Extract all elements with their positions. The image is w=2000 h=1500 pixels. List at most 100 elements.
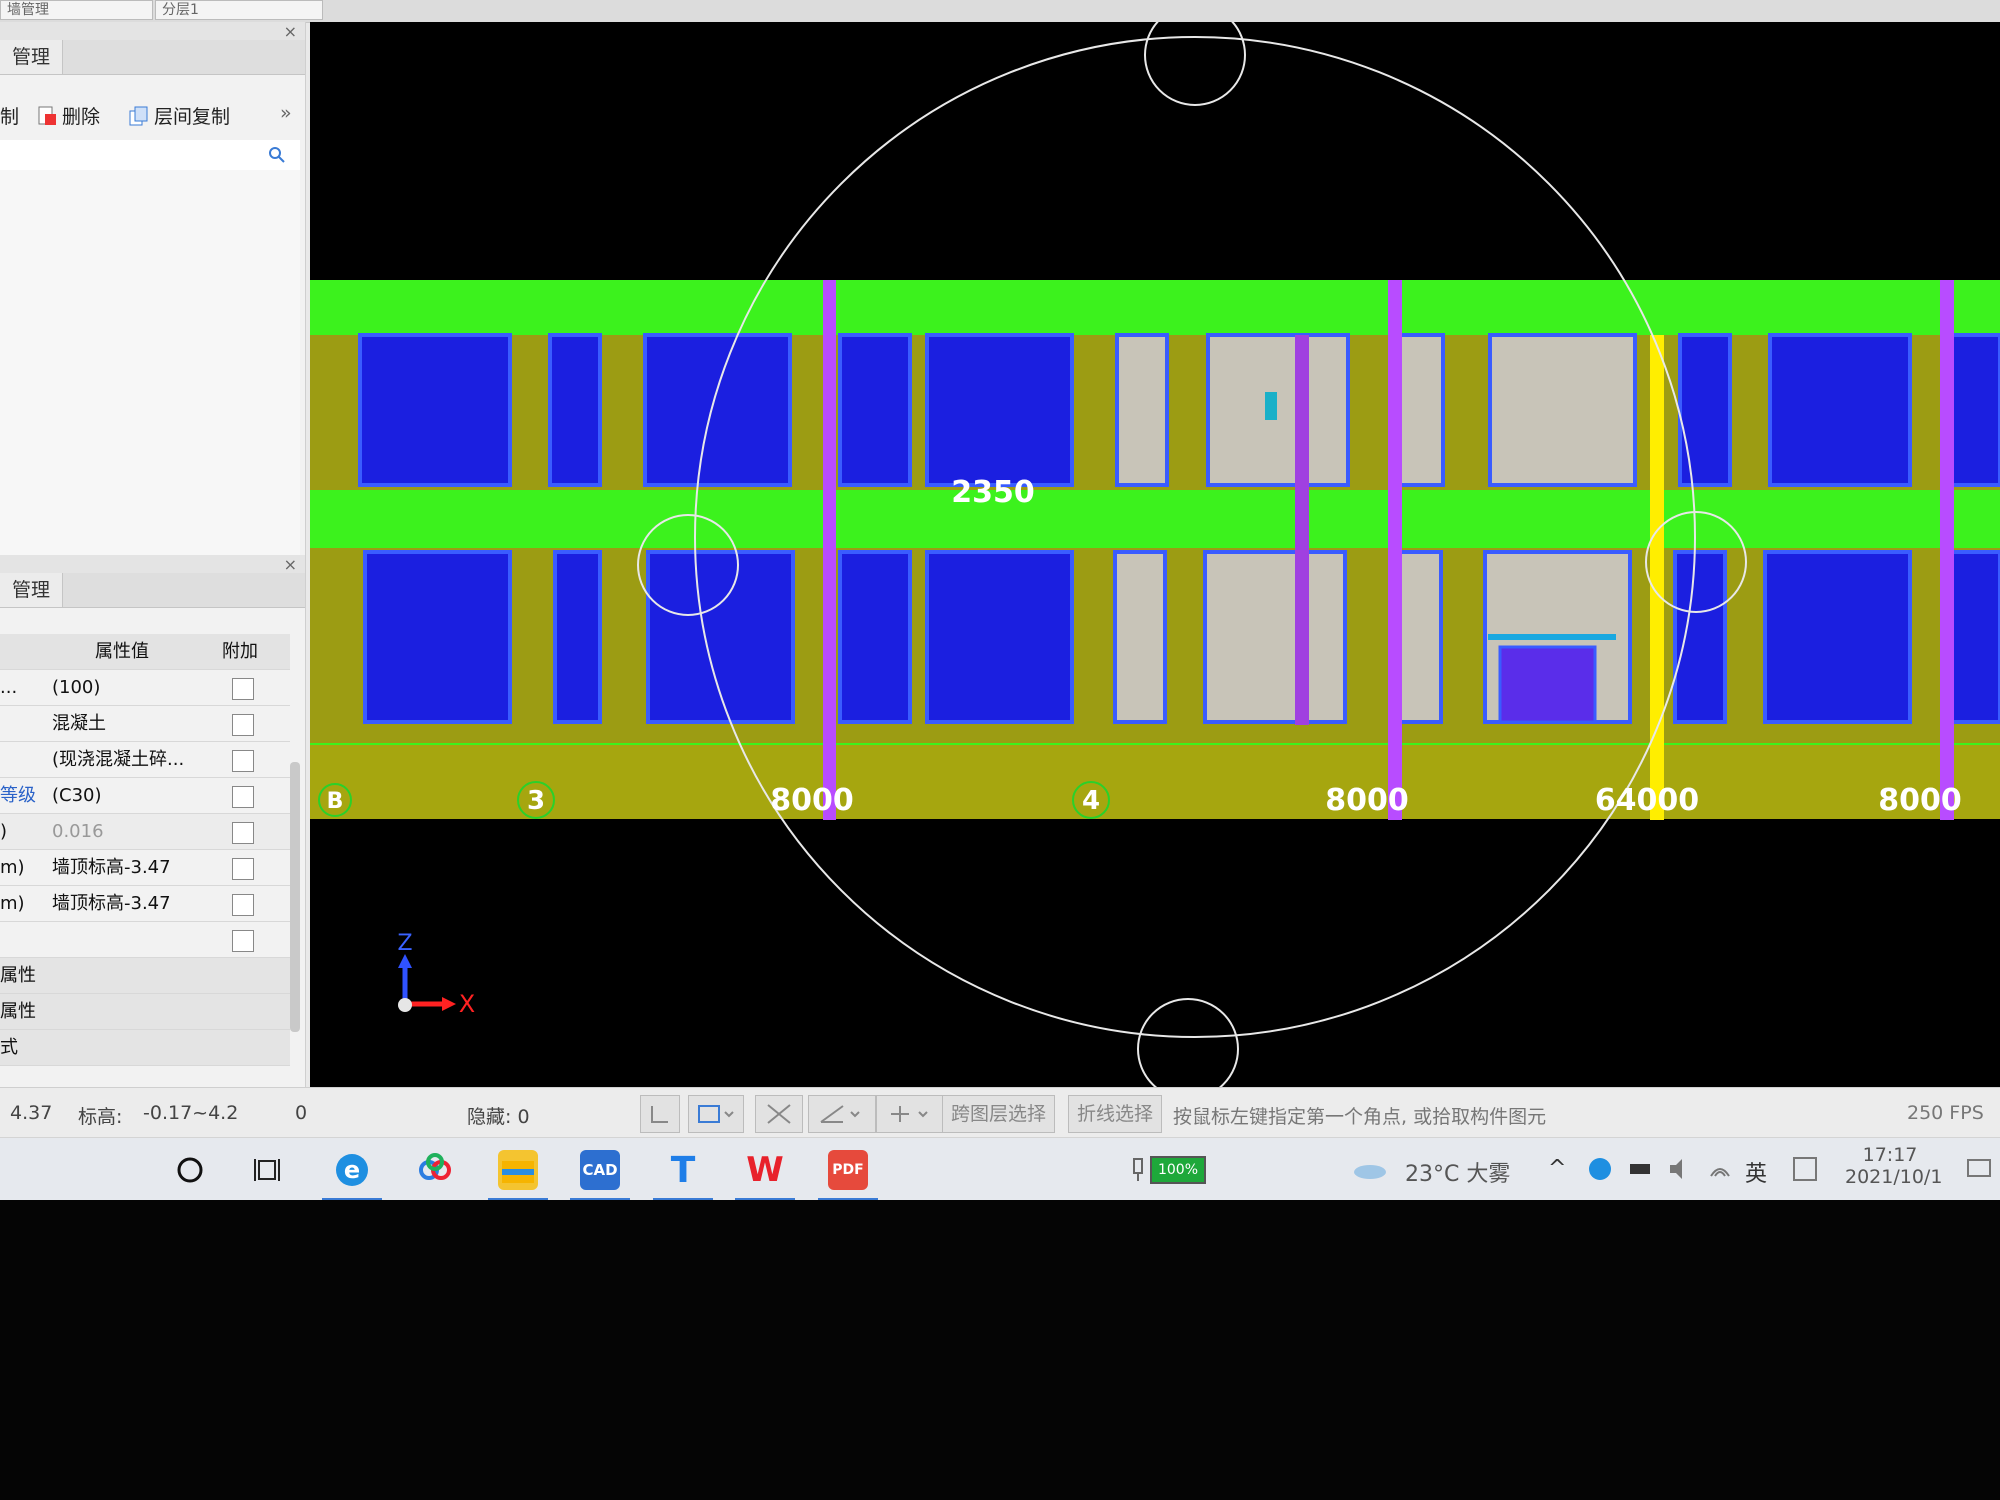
extra-checkbox[interactable] (232, 930, 254, 952)
ime-pinyin-icon[interactable] (1792, 1156, 1818, 1182)
column (1940, 280, 1954, 820)
table-row[interactable]: (现浇混凝土碎... (0, 742, 290, 778)
table-row[interactable] (0, 922, 290, 958)
window (925, 550, 1074, 724)
tab-props-manage-label: 管理 (12, 579, 51, 601)
prop-name: 等级 (0, 785, 36, 806)
column (1295, 335, 1309, 725)
search-icon (269, 147, 285, 163)
tab-layer-manage[interactable]: 管理 (0, 40, 64, 74)
angle-button[interactable] (808, 1095, 876, 1133)
edge-icon: e (336, 1154, 368, 1186)
battery-indicator[interactable]: 100% (1130, 1156, 1206, 1184)
column (1388, 280, 1402, 820)
drawing-viewport[interactable]: B 3 4 8000 8000 64000 8000 2350 Z X (310, 22, 2000, 1087)
door (1115, 333, 1169, 487)
plug-icon (1133, 1158, 1143, 1181)
select-rect-button[interactable] (688, 1095, 744, 1133)
props-scrollbar[interactable] (290, 762, 300, 1032)
layer-combo[interactable]: 分层1 (155, 0, 323, 20)
cad-app[interactable]: CAD (580, 1150, 620, 1190)
grid-label: 3 (527, 786, 545, 816)
zoom-handle[interactable] (1144, 22, 1246, 106)
door (1488, 333, 1637, 487)
tab-props-manage[interactable]: 管理 (0, 573, 64, 607)
dimension-label: 8000 (770, 783, 854, 818)
search-button[interactable] (170, 1150, 210, 1190)
table-row[interactable]: ... (100) (0, 670, 290, 706)
dimension-label: 2350 (951, 475, 1035, 510)
edge-tray-icon[interactable] (1587, 1156, 1613, 1182)
extra-checkbox[interactable] (232, 678, 254, 700)
chevron-up-icon[interactable]: ^ (1548, 1156, 1566, 1181)
pdf-app[interactable]: PDF (828, 1150, 868, 1190)
layer-copy-button[interactable]: 层间复制 (128, 102, 230, 129)
column (823, 280, 836, 820)
cad-icon: CAD (582, 1161, 618, 1179)
ortho-icon (651, 1106, 668, 1123)
wps-app[interactable]: W (745, 1150, 785, 1190)
table-row[interactable]: 等级 (C30) (0, 778, 290, 814)
elevation-drawing: B 3 4 8000 8000 64000 8000 2350 Z X (310, 22, 2000, 1087)
props-panel-tabstrip: 管理 (0, 573, 305, 608)
status-hint: 按鼠标左键指定第一个角点, 或拾取构件图元 (1173, 1106, 1547, 1128)
window (358, 333, 512, 487)
zoom-handle[interactable] (1137, 998, 1239, 1087)
prop-value: (C30) (52, 785, 102, 806)
table-row[interactable]: 混凝土 (0, 706, 290, 742)
copy-label: 制 (0, 106, 20, 128)
layer-search-input[interactable] (0, 140, 300, 171)
layer-tree-area (0, 170, 300, 565)
cross-select-button[interactable] (755, 1095, 803, 1133)
extra-checkbox[interactable] (232, 786, 254, 808)
wifi-icon[interactable] (1707, 1156, 1733, 1182)
wps-active-indicator (735, 1198, 795, 1200)
network-adapter-icon[interactable] (1627, 1158, 1653, 1180)
edge-active-indicator (322, 1198, 382, 1200)
volume-icon[interactable] (1667, 1156, 1693, 1182)
text-app[interactable]: T (663, 1150, 703, 1191)
cross-layer-select-button[interactable]: 跨图层选择 (942, 1095, 1056, 1133)
polyline-select-button[interactable]: 折线选择 (1068, 1095, 1163, 1133)
table-row[interactable]: m) 墙顶标高-3.47 (0, 886, 290, 922)
table-row[interactable]: 属性 (0, 958, 290, 994)
notification-icon[interactable] (1965, 1156, 1993, 1184)
table-row[interactable]: 属性 (0, 994, 290, 1030)
prop-name: 属性 (0, 1001, 36, 1022)
ortho-toggle[interactable] (640, 1095, 680, 1133)
door (1206, 333, 1350, 487)
ime-indicator[interactable]: 英 (1745, 1156, 1767, 1188)
offset-button[interactable] (876, 1095, 944, 1133)
close-icon[interactable]: × (284, 22, 297, 41)
clock[interactable]: 17:17 2021/10/1 (1845, 1144, 1942, 1188)
edge-app[interactable]: e (332, 1150, 372, 1190)
extra-checkbox[interactable] (232, 750, 254, 772)
weather-text[interactable]: 23°C 大雾 (1405, 1156, 1510, 1188)
baidu-netdisk-icon (419, 1153, 451, 1180)
coord-readout: 4.37 (10, 1102, 53, 1124)
lintel (1488, 634, 1616, 640)
netdisk-app[interactable] (415, 1150, 455, 1190)
marker (1265, 392, 1277, 420)
more-chevron-icon[interactable]: » (280, 102, 292, 124)
table-row[interactable]: m) 墙顶标高-3.47 (0, 850, 290, 886)
task-view-button[interactable] (250, 1150, 290, 1190)
middle-beam (310, 490, 2000, 548)
hidden-count: 隐藏: 0 (467, 1106, 530, 1128)
extra-checkbox[interactable] (232, 714, 254, 736)
extra-checkbox[interactable] (232, 858, 254, 880)
status-bar: 4.37 标高: -0.17~4.2 0 隐藏: 0 跨图层选择 折线选择 按鼠… (0, 1087, 2000, 1138)
close-icon[interactable]: × (284, 555, 297, 574)
clock-time: 17:17 (1862, 1144, 1918, 1166)
grid-label: B (327, 789, 344, 814)
extra-checkbox[interactable] (232, 894, 254, 916)
floor-combo[interactable]: 墙管理 (0, 0, 153, 20)
copy-button[interactable]: 制 (0, 102, 19, 129)
window (1768, 333, 1912, 487)
table-row[interactable]: ) 0.016 (0, 814, 290, 850)
delete-button[interactable]: 删除 (36, 102, 100, 129)
extra-checkbox[interactable] (232, 822, 254, 844)
pdf-active-indicator (818, 1198, 878, 1200)
table-row[interactable]: 式 (0, 1030, 290, 1066)
file-explorer-app[interactable] (498, 1150, 538, 1190)
